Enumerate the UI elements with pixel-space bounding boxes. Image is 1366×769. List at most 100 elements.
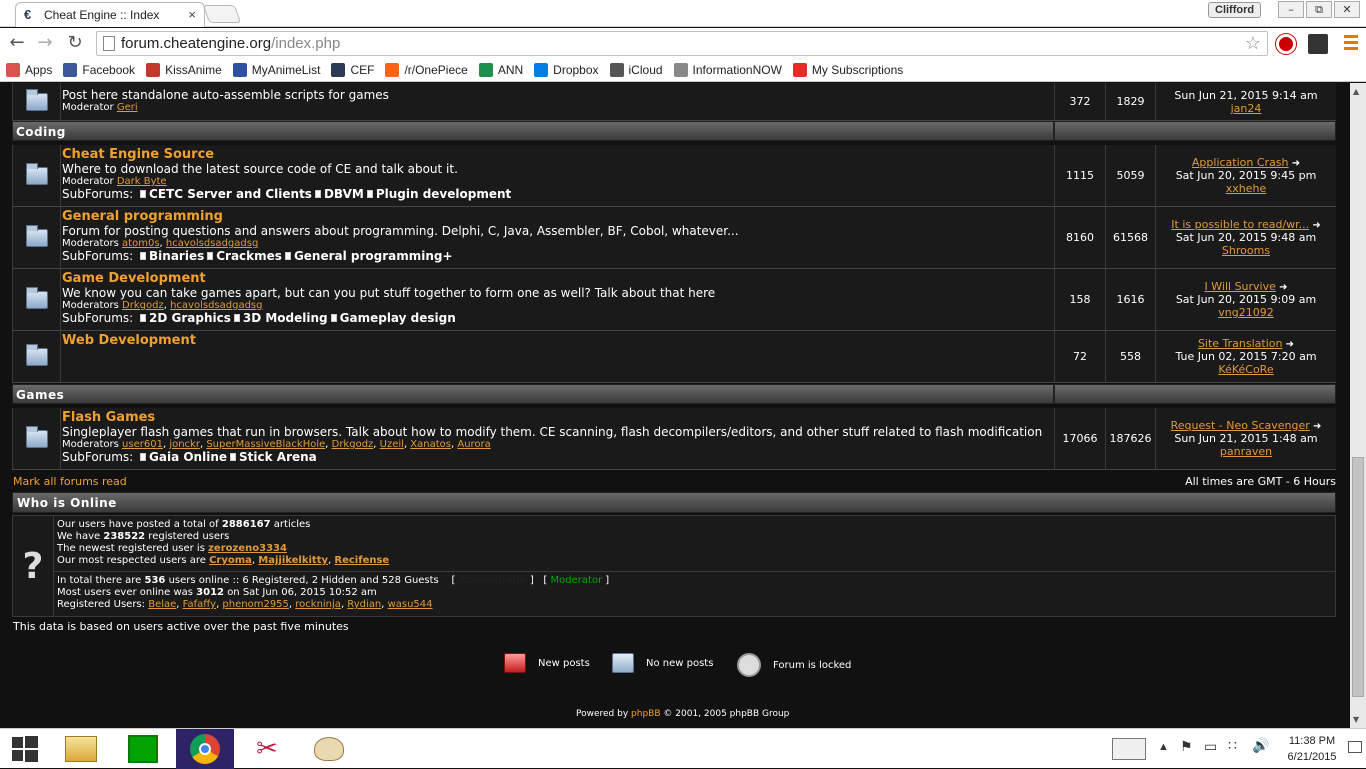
battery-icon[interactable]: ▭: [1204, 738, 1217, 755]
phpbb-link[interactable]: phpBB: [631, 709, 660, 719]
respected-user-link[interactable]: Majjikelkitty: [258, 555, 328, 566]
moderator-link[interactable]: Geri: [117, 102, 138, 113]
new-tab-button[interactable]: [202, 5, 242, 23]
moderator-link[interactable]: Dark Byte: [117, 176, 167, 187]
last-post-user[interactable]: vng21092: [1156, 306, 1336, 319]
address-bar[interactable]: forum.cheatengine.org/index.php ☆: [96, 31, 1268, 56]
moderator-link[interactable]: Drkgodz: [122, 300, 164, 311]
mark-read-link[interactable]: Mark all forums read: [13, 475, 127, 488]
minimize-button[interactable]: –: [1278, 1, 1304, 18]
bookmark-item[interactable]: My Subscriptions: [792, 63, 903, 77]
notification-icon[interactable]: [1348, 741, 1362, 753]
flag-icon[interactable]: ⚑: [1180, 738, 1193, 755]
start-button[interactable]: [0, 729, 50, 769]
last-post-title-link[interactable]: It is possible to read/wr...: [1171, 218, 1309, 231]
subforum-link[interactable]: CETC Server and Clients: [149, 187, 312, 201]
profile-button[interactable]: Clifford: [1208, 2, 1262, 18]
moderator-link[interactable]: atom0s: [122, 238, 159, 249]
online-user-link[interactable]: phenom2955: [222, 599, 288, 610]
bookmark-item[interactable]: CEF: [331, 63, 374, 77]
bookmark-item[interactable]: MyAnimeList: [232, 63, 320, 77]
newest-user-link[interactable]: zerozeno3334: [208, 543, 287, 554]
forum-title-link[interactable]: Game Development: [62, 271, 1054, 286]
subforum-link[interactable]: Stick Arena: [239, 450, 317, 464]
s-extension-icon[interactable]: [1308, 34, 1328, 54]
bookmark-item[interactable]: Dropbox: [534, 63, 599, 77]
moderator-link[interactable]: Xanatos: [410, 439, 451, 450]
bookmark-item[interactable]: iCloud: [609, 63, 663, 77]
reload-icon[interactable]: ↻: [64, 32, 86, 54]
bookmark-item[interactable]: /r/OnePiece: [385, 63, 468, 77]
bookmark-star-icon[interactable]: ☆: [1245, 33, 1261, 54]
category-title[interactable]: Coding: [12, 121, 1054, 141]
online-user-link[interactable]: Belae: [148, 599, 176, 610]
chrome-taskbar-icon[interactable]: [176, 729, 234, 769]
subforum-link[interactable]: Gameplay design: [340, 311, 456, 325]
online-user-link[interactable]: Fafaffy: [183, 599, 216, 610]
view-latest-post-icon[interactable]: ➜: [1309, 220, 1320, 231]
subforum-link[interactable]: Crackmes: [216, 249, 282, 263]
windows-store-icon[interactable]: [114, 729, 172, 769]
view-latest-post-icon[interactable]: ➜: [1289, 158, 1300, 169]
paint-icon[interactable]: [300, 729, 358, 769]
moderator-link[interactable]: hcavolsdsadgadsg: [170, 300, 262, 311]
snipping-tool-icon[interactable]: ✂: [238, 729, 296, 769]
bookmark-item[interactable]: Apps: [6, 63, 52, 77]
scroll-down-icon[interactable]: ▼: [1353, 715, 1359, 724]
tab-close-icon[interactable]: ×: [188, 7, 196, 22]
last-post-title-link[interactable]: Site Translation: [1198, 337, 1283, 350]
online-user-link[interactable]: wasu544: [388, 599, 433, 610]
forward-arrow-icon[interactable]: →: [34, 32, 56, 54]
moderator-link[interactable]: hcavolsdsadgadsg: [166, 238, 258, 249]
subforum-link[interactable]: 3D Modeling: [243, 311, 328, 325]
bookmark-item[interactable]: KissAnime: [146, 63, 222, 77]
subforum-link[interactable]: Gaia Online: [149, 450, 227, 464]
forum-title-link[interactable]: Cheat Engine Source: [62, 147, 1054, 162]
touch-keyboard-icon[interactable]: [1112, 738, 1146, 760]
close-window-button[interactable]: ✕: [1334, 1, 1360, 18]
maximize-button[interactable]: ⧉: [1306, 1, 1332, 18]
subforum-link[interactable]: DBVM: [324, 187, 364, 201]
chrome-menu-icon[interactable]: [1344, 35, 1358, 53]
page-scrollbar[interactable]: ▲ ▼: [1350, 83, 1366, 728]
respected-user-link[interactable]: Cryoma: [209, 555, 252, 566]
moderator-link[interactable]: Uzeil: [380, 439, 404, 450]
online-user-link[interactable]: rockninja: [295, 599, 341, 610]
moderator-link[interactable]: Drkgodz: [332, 439, 374, 450]
moderator-link[interactable]: user601: [122, 439, 163, 450]
view-latest-post-icon[interactable]: ➜: [1310, 421, 1321, 432]
adblock-extension-icon[interactable]: [1276, 34, 1296, 54]
last-post-user[interactable]: Shrooms: [1156, 244, 1336, 257]
tab-cheat-engine[interactable]: € Cheat Engine :: Index ×: [15, 2, 205, 27]
file-explorer-icon[interactable]: [52, 729, 110, 769]
tray-expand-icon[interactable]: ▲: [1158, 741, 1169, 753]
network-icon[interactable]: ∷: [1228, 737, 1237, 754]
respected-user-link[interactable]: Recifense: [334, 555, 389, 566]
subforum-link[interactable]: General programming+: [294, 249, 453, 263]
last-post-user[interactable]: xxhehe: [1156, 182, 1336, 195]
view-latest-post-icon[interactable]: ➜: [1283, 339, 1294, 350]
bookmark-item[interactable]: Facebook: [63, 63, 135, 77]
bookmark-item[interactable]: ANN: [478, 63, 523, 77]
subforum-link[interactable]: 2D Graphics: [149, 311, 231, 325]
bookmark-item[interactable]: InformationNOW: [673, 63, 782, 77]
last-post-user[interactable]: KéKéCoRe: [1156, 363, 1336, 376]
moderator-link[interactable]: SuperMassiveBlackHole: [206, 439, 325, 450]
subforum-link[interactable]: Plugin development: [376, 187, 511, 201]
forum-title-link[interactable]: Web Development: [62, 333, 1054, 348]
last-post-title-link[interactable]: I Will Survive: [1205, 280, 1276, 293]
scroll-up-icon[interactable]: ▲: [1353, 87, 1359, 96]
back-arrow-icon[interactable]: ←: [6, 32, 28, 54]
last-post-user[interactable]: panraven: [1156, 445, 1336, 458]
volume-icon[interactable]: 🔊: [1252, 737, 1269, 754]
moderator-link[interactable]: jonckr: [169, 439, 200, 450]
scrollbar-thumb[interactable]: [1352, 457, 1364, 697]
forum-title-link[interactable]: General programming: [62, 209, 1054, 224]
view-latest-post-icon[interactable]: ➜: [1276, 282, 1287, 293]
subforum-link[interactable]: Binaries: [149, 249, 204, 263]
last-post-user[interactable]: jan24: [1156, 102, 1336, 115]
clock[interactable]: 11:38 PM 6/21/2015: [1280, 733, 1344, 765]
forum-title-link[interactable]: Flash Games: [62, 410, 1054, 425]
online-user-link[interactable]: Rydian: [347, 599, 381, 610]
last-post-title-link[interactable]: Request - Neo Scavenger: [1171, 419, 1310, 432]
